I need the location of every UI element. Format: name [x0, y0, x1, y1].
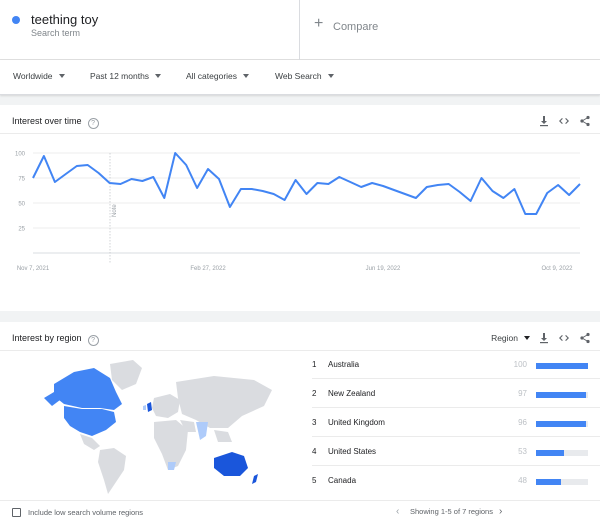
x-tick-label: Oct 9, 2022: [541, 266, 573, 272]
map-region-greenland: [110, 360, 142, 390]
map-region-asia: [176, 376, 272, 428]
location-filter[interactable]: Worldwide: [13, 71, 65, 81]
term-color-dot: [12, 16, 20, 24]
low-volume-checkbox[interactable]: [12, 508, 21, 517]
pagination-text: Showing 1-5 of 7 regions: [410, 507, 493, 516]
y-tick-label: 75: [18, 177, 25, 183]
low-volume-checkbox-label[interactable]: Include low search volume regions: [28, 508, 143, 517]
region-bar-fill: [536, 421, 586, 427]
search-type-filter[interactable]: Web Search: [275, 71, 334, 81]
dropdown-caret-icon: [243, 74, 250, 78]
region-value: 100: [513, 360, 527, 369]
plus-icon: +: [314, 15, 324, 32]
category-filter[interactable]: All categories: [186, 71, 250, 81]
search-terms-bar: teething toy Search term + Compare: [0, 0, 600, 60]
region-row[interactable]: 1 Australia 100: [312, 350, 600, 379]
region-value: 48: [518, 476, 527, 485]
region-row[interactable]: 3 United Kingdom 96: [312, 408, 600, 437]
download-icon[interactable]: [537, 114, 551, 128]
map-region-india: [196, 422, 208, 440]
map-region-new-zealand: [252, 474, 258, 484]
map-region-united-states: [64, 406, 116, 436]
region-footer: Include low search volume regions ‹ Show…: [0, 500, 600, 523]
dropdown-caret-icon: [155, 74, 162, 78]
region-value: 97: [518, 389, 527, 398]
map-region-southeast-asia: [214, 430, 232, 442]
region-rank: 2: [312, 389, 317, 398]
region-name[interactable]: United States: [328, 447, 376, 456]
share-icon[interactable]: [578, 114, 592, 128]
region-rank: 1: [312, 360, 317, 369]
region-bar-track: [536, 450, 588, 456]
region-rank: 5: [312, 476, 317, 485]
dropdown-caret-icon: [327, 74, 334, 78]
region-resolution-select[interactable]: Region: [491, 333, 530, 343]
region-bar-fill: [536, 479, 561, 485]
region-bar-track: [536, 392, 588, 398]
region-value: 53: [518, 447, 527, 456]
y-tick-label: 50: [18, 202, 25, 208]
map-region-australia: [214, 452, 248, 476]
map-region-mexico: [80, 434, 100, 450]
dropdown-caret-icon: [524, 336, 530, 340]
region-name[interactable]: New Zealand: [328, 389, 375, 398]
region-bar-track: [536, 479, 588, 485]
region-name[interactable]: Canada: [328, 476, 356, 485]
note-label[interactable]: Note: [112, 204, 118, 217]
region-name[interactable]: United Kingdom: [328, 418, 385, 427]
x-tick-label: Nov 7, 2021: [17, 266, 50, 272]
embed-icon[interactable]: [557, 114, 571, 128]
divider: [0, 133, 600, 134]
share-icon[interactable]: [578, 331, 592, 345]
embed-icon[interactable]: [557, 331, 571, 345]
interest-line-chart: 100 75 50 25 Note Nov 7, 2021 Feb 27, 2022 Jun …: [15, 152, 581, 272]
region-row[interactable]: 2 New Zealand 97: [312, 379, 600, 408]
region-row[interactable]: 5 Canada 48: [312, 466, 600, 495]
card-title: Interest by region?: [12, 333, 99, 346]
interest-over-time-card: Interest over time? 100 75 50 25 Note Nov 7, …: [0, 105, 600, 311]
region-rank: 4: [312, 447, 317, 456]
region-bar-fill: [536, 363, 588, 369]
region-bar-fill: [536, 392, 587, 398]
help-icon[interactable]: ?: [87, 118, 99, 129]
card-title: Interest over time?: [12, 116, 99, 129]
interest-by-region-card: Interest by region? Region 1 Australia 1…: [0, 322, 600, 500]
region-bar-fill: [536, 450, 564, 456]
region-bar-track: [536, 363, 588, 369]
chevron-left-icon[interactable]: ‹: [396, 506, 399, 517]
search-term-name[interactable]: teething toy: [31, 12, 98, 27]
map-region-united-kingdom: [147, 402, 152, 412]
region-bar-track: [536, 421, 588, 427]
dropdown-caret-icon: [58, 74, 65, 78]
x-tick-label: Feb 27, 2022: [190, 266, 226, 272]
search-term-chip[interactable]: teething toy Search term: [0, 0, 300, 60]
compare-button[interactable]: + Compare: [300, 0, 600, 59]
download-icon[interactable]: [537, 331, 551, 345]
map-region-ireland: [143, 405, 146, 410]
map-regions: [44, 360, 272, 494]
region-rank: 3: [312, 418, 317, 427]
map-region-europe: [152, 394, 180, 418]
world-map[interactable]: [18, 358, 278, 498]
x-tick-label: Jun 19, 2022: [366, 266, 401, 272]
map-region-south-america: [98, 448, 126, 494]
y-tick-label: 100: [15, 152, 26, 158]
region-value: 96: [518, 418, 527, 427]
time-range-filter[interactable]: Past 12 months: [90, 71, 162, 81]
help-icon[interactable]: ?: [87, 335, 99, 346]
region-name[interactable]: Australia: [328, 360, 359, 369]
region-row[interactable]: 4 United States 53: [312, 437, 600, 466]
y-tick-label: 25: [18, 227, 25, 233]
compare-label: Compare: [333, 21, 379, 33]
map-region-south-africa: [168, 462, 176, 470]
search-term-sublabel: Search term: [31, 28, 81, 38]
filter-bar: Worldwide Past 12 months All categories …: [0, 60, 600, 95]
chevron-right-icon[interactable]: ›: [499, 506, 502, 517]
